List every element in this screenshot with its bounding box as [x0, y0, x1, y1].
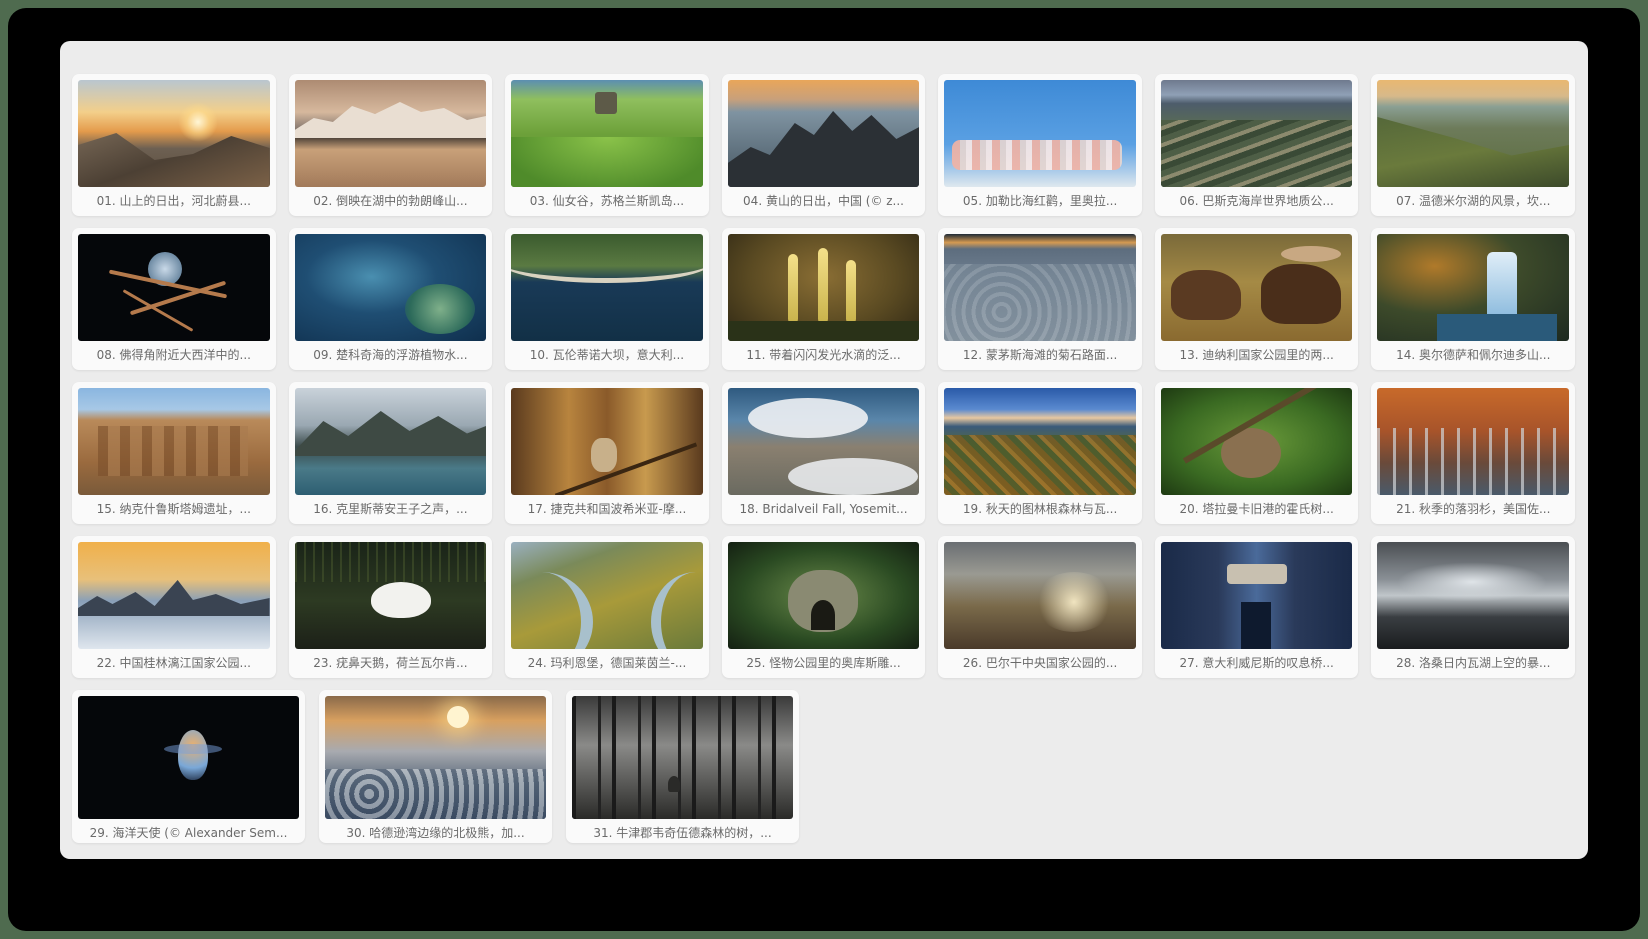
gallery-row: 15. 纳克什鲁斯塔姆遗址，... 16. 克里斯蒂安王子之声，... 17. … [72, 382, 1588, 536]
wallpaper-thumbnail[interactable] [78, 542, 270, 649]
wallpaper-card-12[interactable]: 12. 蒙茅斯海滩的菊石路面... [938, 228, 1142, 370]
wallpaper-card-19[interactable]: 19. 秋天的图林根森林与瓦... [938, 382, 1142, 524]
wallpaper-card-13[interactable]: 13. 迪纳利国家公园里的两... [1154, 228, 1359, 370]
wallpaper-card-29[interactable]: 29. 海洋天使 (© Alexander Sem... [72, 690, 305, 843]
wallpaper-thumbnail[interactable] [511, 542, 703, 649]
wallpaper-card-23[interactable]: 23. 疣鼻天鹅，荷兰瓦尔肯... [288, 536, 493, 678]
wallpaper-card-30[interactable]: 30. 哈德逊湾边缘的北极熊，加... [319, 690, 552, 843]
wallpaper-thumbnail[interactable] [294, 80, 487, 187]
wallpaper-caption: 02. 倒映在湖中的勃朗峰山... [313, 194, 468, 208]
wallpaper-caption: 11. 带着闪闪发光水滴的泛... [746, 348, 901, 362]
wallpaper-thumbnail[interactable] [1377, 542, 1570, 649]
wallpaper-caption: 10. 瓦伦蒂诺大坝，意大利... [529, 348, 685, 362]
wallpaper-caption: 01. 山上的日出，河北蔚县... [96, 194, 251, 208]
wallpaper-caption: 18. Bridalveil Fall, Yosemit... [739, 502, 908, 516]
wallpaper-caption: 26. 巴尔干中央国家公园的... [962, 656, 1118, 670]
wallpaper-thumbnail[interactable] [1160, 234, 1353, 341]
wallpaper-caption: 17. 捷克共和国波希米亚-摩... [527, 502, 687, 516]
wallpaper-thumbnail[interactable] [727, 234, 920, 341]
wallpaper-card-20[interactable]: 20. 塔拉曼卡旧港的霍氏树... [1154, 382, 1359, 524]
wallpaper-card-21[interactable]: 21. 秋季的落羽杉，美国佐... [1371, 382, 1576, 524]
wallpaper-thumbnail[interactable] [511, 388, 703, 495]
wallpaper-thumbnail[interactable] [294, 388, 487, 495]
wallpaper-caption: 03. 仙女谷，苏格兰斯凯岛... [529, 194, 685, 208]
wallpaper-caption: 07. 温德米尔湖的风景，坎... [1396, 194, 1551, 208]
wallpaper-thumbnail[interactable] [294, 542, 487, 649]
wallpaper-caption: 22. 中国桂林漓江国家公园... [96, 656, 251, 670]
wallpaper-thumbnail[interactable] [1377, 234, 1570, 341]
wallpaper-card-18[interactable]: 18. Bridalveil Fall, Yosemit... [721, 382, 926, 524]
wallpaper-thumbnail[interactable] [944, 388, 1136, 495]
wallpaper-thumbnail[interactable] [944, 80, 1136, 187]
wallpaper-card-01[interactable]: 01. 山上的日出，河北蔚县... [72, 74, 276, 216]
wallpaper-card-24[interactable]: 24. 玛利恩堡，德国莱茵兰-... [505, 536, 709, 678]
wallpaper-caption: 21. 秋季的落羽杉，美国佐... [1396, 502, 1551, 516]
wallpaper-caption: 09. 楚科奇海的浮游植物水... [313, 348, 468, 362]
wallpaper-thumbnail[interactable] [1160, 80, 1353, 187]
gallery-row: 08. 佛得角附近大西洋中的... 09. 楚科奇海的浮游植物水... 10. … [72, 228, 1588, 382]
wallpaper-thumbnail[interactable] [325, 696, 546, 819]
wallpaper-caption: 13. 迪纳利国家公园里的两... [1179, 348, 1334, 362]
wallpaper-card-07[interactable]: 07. 温德米尔湖的风景，坎... [1371, 74, 1576, 216]
wallpaper-thumbnail[interactable] [78, 80, 270, 187]
wallpaper-caption: 06. 巴斯克海岸世界地质公... [1179, 194, 1334, 208]
wallpaper-caption: 29. 海洋天使 (© Alexander Sem... [89, 826, 288, 840]
wallpaper-thumbnail[interactable] [1160, 542, 1353, 649]
wallpaper-thumbnail[interactable] [294, 234, 487, 341]
wallpaper-card-22[interactable]: 22. 中国桂林漓江国家公园... [72, 536, 276, 678]
wallpaper-card-14[interactable]: 14. 奥尔德萨和佩尔迪多山... [1371, 228, 1576, 370]
wallpaper-card-28[interactable]: 28. 洛桑日内瓦湖上空的暴... [1371, 536, 1576, 678]
wallpaper-thumbnail[interactable] [727, 80, 920, 187]
wallpaper-caption: 08. 佛得角附近大西洋中的... [96, 348, 251, 362]
gallery-row: 29. 海洋天使 (© Alexander Sem... 30. 哈德逊湾边缘的… [72, 690, 1588, 848]
wallpaper-card-26[interactable]: 26. 巴尔干中央国家公园的... [938, 536, 1142, 678]
wallpaper-caption: 05. 加勒比海红鹳，里奥拉... [962, 194, 1118, 208]
wallpaper-card-09[interactable]: 09. 楚科奇海的浮游植物水... [288, 228, 493, 370]
wallpaper-thumbnail[interactable] [78, 388, 270, 495]
wallpaper-card-31[interactable]: 31. 牛津郡韦奇伍德森林的树，... [566, 690, 799, 843]
wallpaper-card-11[interactable]: 11. 带着闪闪发光水滴的泛... [721, 228, 926, 370]
gallery-row: 01. 山上的日出，河北蔚县... 02. 倒映在湖中的勃朗峰山... 03. … [72, 74, 1588, 228]
wallpaper-caption: 16. 克里斯蒂安王子之声，... [313, 502, 468, 516]
wallpaper-thumbnail[interactable] [78, 234, 270, 341]
wallpaper-thumbnail[interactable] [944, 234, 1136, 341]
wallpaper-thumbnail[interactable] [1160, 388, 1353, 495]
wallpaper-caption: 30. 哈德逊湾边缘的北极熊，加... [346, 826, 525, 840]
wallpaper-thumbnail[interactable] [572, 696, 793, 819]
wallpaper-thumbnail[interactable] [727, 388, 920, 495]
wallpaper-thumbnail[interactable] [511, 80, 703, 187]
wallpaper-card-04[interactable]: 04. 黄山的日出，中国 (© z... [721, 74, 926, 216]
wallpaper-caption: 15. 纳克什鲁斯塔姆遗址，... [96, 502, 251, 516]
wallpaper-caption: 12. 蒙茅斯海滩的菊石路面... [962, 348, 1118, 362]
wallpaper-card-08[interactable]: 08. 佛得角附近大西洋中的... [72, 228, 276, 370]
wallpaper-caption: 28. 洛桑日内瓦湖上空的暴... [1396, 656, 1551, 670]
wallpaper-card-16[interactable]: 16. 克里斯蒂安王子之声，... [288, 382, 493, 524]
wallpaper-thumbnail[interactable] [511, 234, 703, 341]
wallpaper-caption: 31. 牛津郡韦奇伍德森林的树，... [593, 826, 772, 840]
wallpaper-card-02[interactable]: 02. 倒映在湖中的勃朗峰山... [288, 74, 493, 216]
wallpaper-thumbnail[interactable] [78, 696, 299, 819]
wallpaper-thumbnail[interactable] [1377, 80, 1570, 187]
wallpaper-thumbnail[interactable] [1377, 388, 1570, 495]
wallpaper-caption: 27. 意大利威尼斯的叹息桥... [1179, 656, 1334, 670]
wallpaper-card-27[interactable]: 27. 意大利威尼斯的叹息桥... [1154, 536, 1359, 678]
wallpaper-card-05[interactable]: 05. 加勒比海红鹳，里奥拉... [938, 74, 1142, 216]
wallpaper-thumbnail[interactable] [727, 542, 920, 649]
wallpaper-card-25[interactable]: 25. 怪物公园里的奥库斯雕... [721, 536, 926, 678]
wallpaper-card-17[interactable]: 17. 捷克共和国波希米亚-摩... [505, 382, 709, 524]
wallpaper-caption: 20. 塔拉曼卡旧港的霍氏树... [1179, 502, 1334, 516]
wallpaper-caption: 23. 疣鼻天鹅，荷兰瓦尔肯... [313, 656, 468, 670]
gallery-row: 22. 中国桂林漓江国家公园... 23. 疣鼻天鹅，荷兰瓦尔肯... 24. … [72, 536, 1588, 690]
wallpaper-card-06[interactable]: 06. 巴斯克海岸世界地质公... [1154, 74, 1359, 216]
wallpaper-card-15[interactable]: 15. 纳克什鲁斯塔姆遗址，... [72, 382, 276, 524]
wallpaper-thumbnail[interactable] [944, 542, 1136, 649]
wallpaper-card-10[interactable]: 10. 瓦伦蒂诺大坝，意大利... [505, 228, 709, 370]
wallpaper-card-03[interactable]: 03. 仙女谷，苏格兰斯凯岛... [505, 74, 709, 216]
gallery-window: 01. 山上的日出，河北蔚县... 02. 倒映在湖中的勃朗峰山... 03. … [60, 41, 1588, 859]
wallpaper-caption: 19. 秋天的图林根森林与瓦... [962, 502, 1118, 516]
wallpaper-caption: 25. 怪物公园里的奥库斯雕... [746, 656, 901, 670]
wallpaper-caption: 24. 玛利恩堡，德国莱茵兰-... [527, 656, 687, 670]
wallpaper-caption: 14. 奥尔德萨和佩尔迪多山... [1396, 348, 1551, 362]
wallpaper-caption: 04. 黄山的日出，中国 (© z... [743, 194, 904, 208]
